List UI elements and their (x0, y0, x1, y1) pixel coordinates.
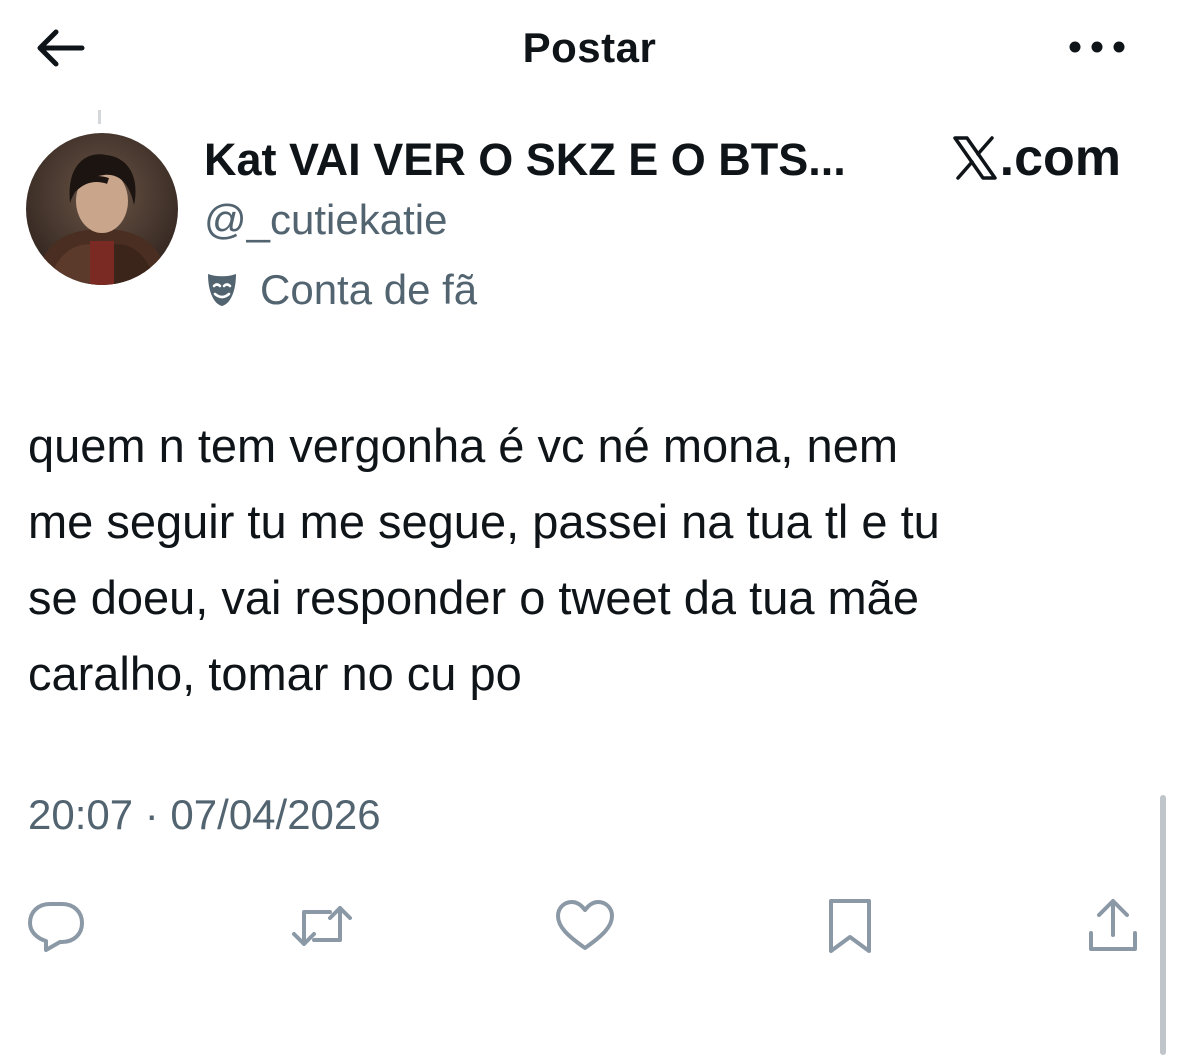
heart-icon (556, 900, 614, 950)
like-button[interactable] (553, 894, 617, 958)
bookmark-button[interactable] (818, 894, 882, 958)
more-options-button[interactable] (1059, 22, 1135, 72)
tweet-timestamp[interactable]: 20:07 · 07/04/2026 (28, 788, 381, 842)
avatar[interactable] (26, 133, 178, 285)
author-display-name[interactable]: Kat VAI VER O SKZ E O BTS... (204, 133, 904, 187)
author-handle[interactable]: @_cutiekatie (204, 194, 447, 246)
x-com-text: .com (999, 129, 1121, 187)
x-com-watermark: .com (952, 128, 1121, 188)
account-label: Conta de fã (204, 263, 477, 317)
reply-icon (28, 902, 84, 952)
top-bar: Postar (0, 0, 1179, 96)
thread-line (98, 110, 101, 124)
scrollbar[interactable] (1160, 795, 1166, 1055)
reply-button[interactable] (24, 894, 88, 958)
profile-photo (26, 133, 178, 285)
theater-mask-icon (208, 274, 236, 306)
more-horizontal-icon (1069, 41, 1125, 53)
share-button[interactable] (1081, 894, 1145, 958)
account-label-text: Conta de fã (260, 266, 478, 313)
tweet-text: quem n tem vergonha é vc né mona, nem me… (28, 419, 940, 700)
repost-button[interactable] (290, 894, 354, 958)
repost-icon (292, 906, 352, 946)
bookmark-icon (829, 899, 871, 953)
page-title: Postar (522, 24, 657, 71)
x-logo-icon (952, 136, 997, 180)
share-icon (1089, 899, 1137, 951)
